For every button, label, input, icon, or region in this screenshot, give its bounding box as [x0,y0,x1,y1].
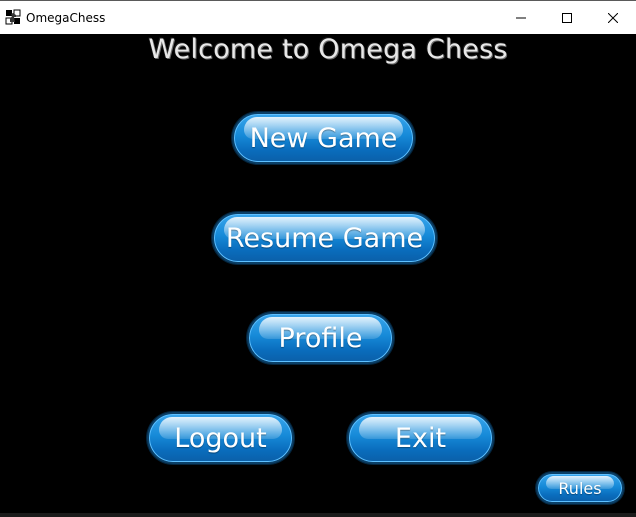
close-icon [608,13,618,23]
resume-game-label: Resume Game [225,222,424,254]
close-button[interactable] [590,2,636,34]
rules-label: Rules [558,478,602,498]
title-bar[interactable]: OmegaChess [0,0,636,34]
logout-button[interactable]: Logout [147,412,294,464]
maximize-icon [562,13,572,23]
page-title: Welcome to Omega Chess [148,34,508,65]
new-game-label: New Game [249,122,398,154]
minimize-icon [516,13,526,23]
profile-button[interactable]: Profile [247,312,394,364]
app-window: OmegaChess Welcome to Omega Chess New Ga… [0,0,636,517]
minimize-button[interactable] [498,2,544,34]
profile-label: Profile [278,322,363,354]
window-title: OmegaChess [26,11,106,25]
chess-knight-icon [5,9,21,25]
resume-game-button[interactable]: Resume Game [212,212,437,264]
logout-label: Logout [174,422,267,454]
new-game-button[interactable]: New Game [232,112,415,164]
exit-button[interactable]: Exit [347,412,494,464]
rules-button[interactable]: Rules [536,472,624,504]
main-menu: Welcome to Omega Chess New Game Resume G… [0,34,636,517]
exit-label: Exit [394,422,447,454]
maximize-button[interactable] [544,2,590,34]
window-bottom-edge [0,513,636,517]
